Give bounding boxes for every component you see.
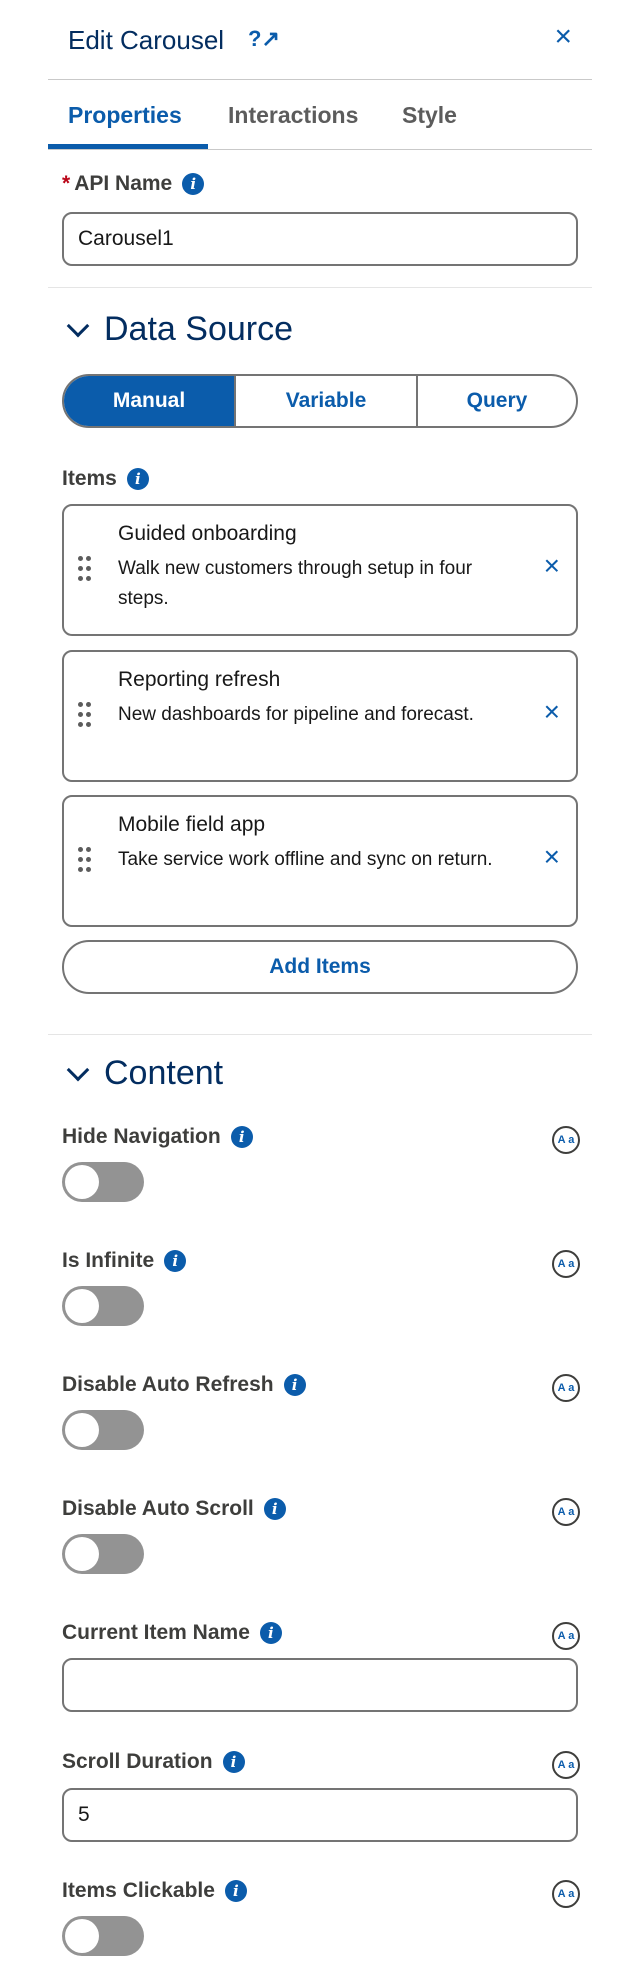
- active-tab-indicator: [48, 144, 208, 149]
- is-infinite-label-row: Is Infinite i: [62, 1249, 187, 1273]
- toggle-knob: [65, 1919, 99, 1953]
- drag-handle-icon[interactable]: [78, 702, 92, 728]
- info-icon[interactable]: i: [164, 1250, 187, 1272]
- toggle-knob: [65, 1289, 99, 1323]
- info-icon[interactable]: i: [259, 1622, 282, 1644]
- hide-navigation-toggle[interactable]: [62, 1162, 144, 1202]
- list-item[interactable]: Guided onboarding Walk new customers thr…: [62, 504, 578, 636]
- hide-navigation-label-row: Hide Navigation i: [62, 1125, 253, 1149]
- resource-picker-icon[interactable]: A a: [552, 1880, 580, 1908]
- api-name-label: API Name: [74, 172, 173, 195]
- disable-auto-refresh-label-row: Disable Auto Refresh i: [62, 1373, 306, 1397]
- info-icon[interactable]: i: [182, 173, 205, 195]
- data-source-title: Data Source: [104, 310, 293, 348]
- data-source-section-header[interactable]: Data Source: [62, 310, 293, 349]
- items-label-row: Items i: [62, 467, 149, 491]
- info-icon[interactable]: i: [283, 1374, 306, 1396]
- info-icon[interactable]: i: [126, 468, 149, 490]
- api-name-label-row: * API Name i: [62, 172, 205, 196]
- items-label: Items: [62, 467, 117, 490]
- item-description: Take service work offline and sync on re…: [118, 849, 493, 870]
- is-infinite-label: Is Infinite: [62, 1249, 155, 1272]
- disable-auto-scroll-toggle[interactable]: [62, 1534, 144, 1574]
- toggle-knob: [65, 1537, 99, 1571]
- disable-auto-refresh-label: Disable Auto Refresh: [62, 1373, 274, 1396]
- info-icon[interactable]: i: [230, 1126, 253, 1148]
- items-clickable-label-row: Items Clickable i: [62, 1879, 247, 1903]
- drag-handle-icon[interactable]: [78, 556, 92, 582]
- disable-auto-scroll-label-row: Disable Auto Scroll i: [62, 1497, 286, 1521]
- resource-picker-icon[interactable]: A a: [552, 1250, 580, 1278]
- variable-option[interactable]: Variable: [234, 376, 416, 426]
- current-item-name-input[interactable]: [62, 1658, 578, 1712]
- list-item[interactable]: Reporting refresh New dashboards for pip…: [62, 650, 578, 782]
- items-clickable-label: Items Clickable: [62, 1879, 215, 1902]
- add-items-button[interactable]: Add Items: [62, 940, 578, 994]
- chevron-down-icon: [66, 1058, 90, 1081]
- resource-picker-icon[interactable]: A a: [552, 1751, 580, 1779]
- chevron-down-icon: [66, 314, 90, 337]
- toggle-knob: [65, 1165, 99, 1199]
- is-infinite-toggle[interactable]: [62, 1286, 144, 1326]
- resource-picker-icon[interactable]: A a: [552, 1498, 580, 1526]
- close-icon[interactable]: ×: [554, 22, 572, 52]
- scroll-duration-label: Scroll Duration: [62, 1750, 213, 1773]
- drag-handle-icon[interactable]: [78, 847, 92, 873]
- resource-picker-icon[interactable]: A a: [552, 1126, 580, 1154]
- hide-navigation-label: Hide Navigation: [62, 1125, 221, 1148]
- resource-picker-icon[interactable]: A a: [552, 1374, 580, 1402]
- required-marker: *: [62, 172, 71, 195]
- list-item[interactable]: Mobile field app Take service work offli…: [62, 795, 578, 927]
- tab-bar: Properties Interactions Style: [48, 80, 592, 150]
- remove-item-icon[interactable]: ×: [544, 843, 560, 871]
- item-title: Reporting refresh: [118, 668, 281, 691]
- scroll-duration-input[interactable]: 5: [62, 1788, 578, 1842]
- edit-carousel-panel: Edit Carousel ?↗ × Properties Interactio…: [48, 0, 592, 1956]
- items-clickable-toggle[interactable]: [62, 1916, 144, 1956]
- item-title: Guided onboarding: [118, 522, 297, 545]
- toggle-knob: [65, 1413, 99, 1447]
- disable-auto-refresh-toggle[interactable]: [62, 1410, 144, 1450]
- divider: [48, 287, 592, 288]
- item-title: Mobile field app: [118, 813, 266, 836]
- manual-option[interactable]: Manual: [64, 376, 234, 426]
- remove-item-icon[interactable]: ×: [544, 552, 560, 580]
- tab-style[interactable]: Style: [402, 102, 457, 129]
- api-name-input[interactable]: Carousel1: [62, 212, 578, 266]
- current-item-name-label-row: Current Item Name i: [62, 1621, 282, 1645]
- query-option[interactable]: Query: [416, 376, 576, 426]
- item-description: Walk new customers through setup in four…: [118, 558, 473, 609]
- panel-header: Edit Carousel ?↗ ×: [48, 0, 592, 80]
- disable-auto-scroll-label: Disable Auto Scroll: [62, 1497, 254, 1520]
- resource-picker-icon[interactable]: A a: [552, 1622, 580, 1650]
- panel-title: Edit Carousel: [68, 25, 225, 55]
- item-description: New dashboards for pipeline and forecast…: [118, 704, 474, 725]
- content-title: Content: [104, 1054, 224, 1092]
- current-item-name-label: Current Item Name: [62, 1621, 250, 1644]
- tab-properties[interactable]: Properties: [68, 102, 182, 129]
- scroll-duration-label-row: Scroll Duration i: [62, 1750, 245, 1774]
- info-icon[interactable]: i: [224, 1880, 247, 1902]
- remove-item-icon[interactable]: ×: [544, 698, 560, 726]
- info-icon[interactable]: i: [263, 1498, 286, 1520]
- data-source-selector: Manual Variable Query: [62, 374, 578, 428]
- divider: [48, 1034, 592, 1035]
- info-icon[interactable]: i: [222, 1751, 245, 1773]
- tab-interactions[interactable]: Interactions: [228, 102, 358, 129]
- help-icon[interactable]: ?↗: [248, 26, 280, 52]
- content-section-header[interactable]: Content: [62, 1054, 223, 1093]
